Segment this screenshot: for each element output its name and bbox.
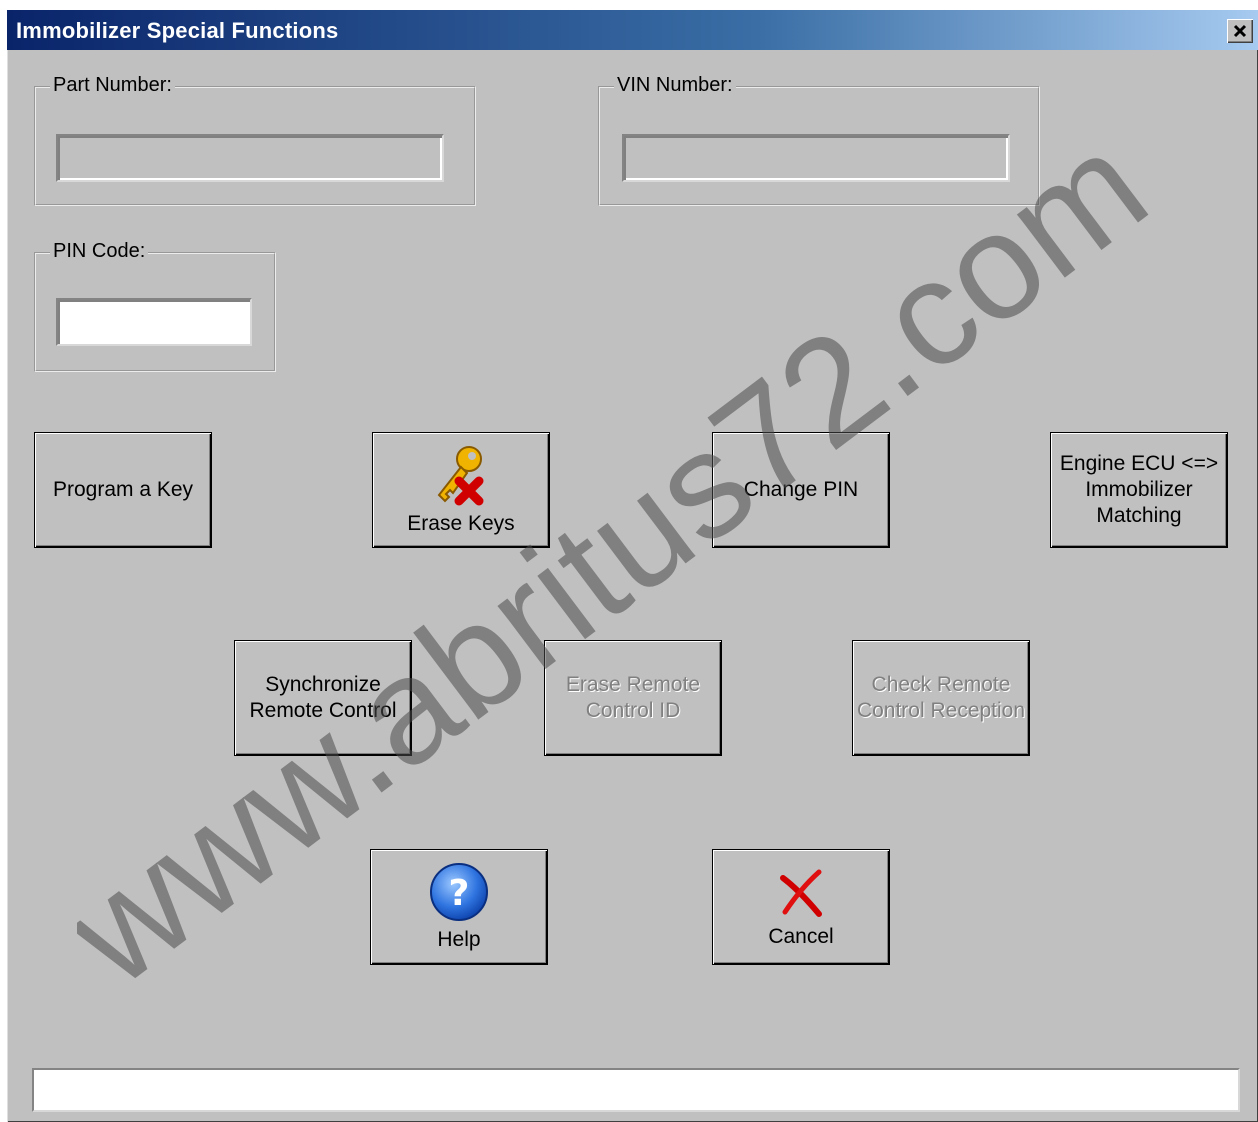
key-erase-icon (437, 446, 484, 506)
sync-remote-label: Synchronize Remote Control (249, 673, 397, 722)
pin-code-label: PIN Code: (50, 240, 149, 263)
svg-text:?: ? (449, 873, 470, 914)
cancel-button[interactable]: Cancel (712, 849, 890, 965)
erase-keys-label: Erase Keys (407, 512, 515, 535)
vin-number-group: VIN Number: (598, 74, 1040, 206)
ecu-immobilizer-matching-button[interactable]: Engine ECU <=> Immobilizer Matching (1050, 432, 1228, 548)
help-icon: ? (430, 863, 488, 921)
pin-code-group: PIN Code: (34, 240, 276, 372)
part-number-group: Part Number: (34, 74, 476, 206)
synchronize-remote-button[interactable]: Synchronize Remote Control (234, 640, 412, 756)
erase-remote-button[interactable]: Erase Remote Control ID (544, 640, 722, 756)
check-remote-label: Check Remote Control Reception (856, 673, 1026, 722)
close-icon (1233, 24, 1247, 38)
help-button[interactable]: ? Help (370, 849, 548, 965)
window-title: Immobilizer Special Functions (16, 18, 339, 43)
help-label: Help (437, 928, 481, 951)
vin-number-label: VIN Number: (614, 74, 736, 97)
erase-remote-label: Erase Remote Control ID (565, 673, 701, 722)
pin-code-input[interactable] (56, 298, 252, 346)
part-number-label: Part Number: (50, 74, 175, 97)
program-key-label: Program a Key (52, 478, 194, 501)
vin-number-field[interactable] (622, 134, 1010, 182)
check-remote-button[interactable]: Check Remote Control Reception (852, 640, 1030, 756)
title-bar[interactable]: Immobilizer Special Functions (7, 10, 1258, 50)
cancel-x-icon (780, 869, 822, 917)
program-key-button[interactable]: Program a Key (34, 432, 212, 548)
change-pin-button[interactable]: Change PIN (712, 432, 890, 548)
ecu-matching-label: Engine ECU <=> Immobilizer Matching (1059, 452, 1219, 527)
immobilizer-dialog: Immobilizer Special Functions Part Numbe… (7, 10, 1258, 1122)
part-number-field[interactable] (56, 134, 444, 182)
cancel-label: Cancel (768, 925, 834, 948)
change-pin-label: Change PIN (743, 478, 859, 501)
erase-keys-button[interactable]: Erase Keys (372, 432, 550, 548)
status-bar (32, 1068, 1240, 1112)
close-button[interactable] (1227, 19, 1253, 43)
